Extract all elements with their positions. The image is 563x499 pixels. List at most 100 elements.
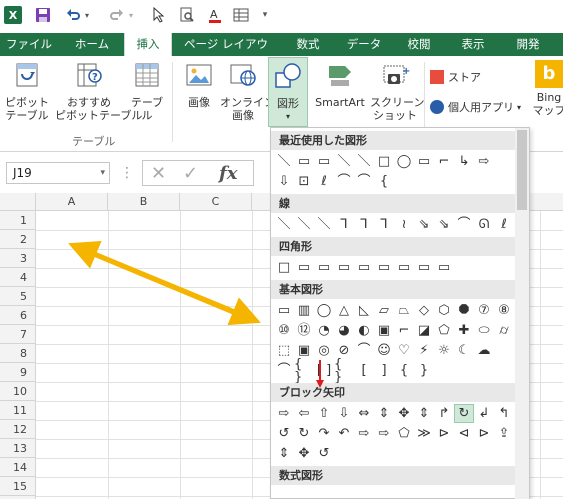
shape-option[interactable]: ✥ <box>294 444 314 463</box>
shape-option[interactable]: ↷ <box>314 424 334 443</box>
column-header-b[interactable]: B <box>108 193 180 211</box>
shape-option[interactable]: ⬠ <box>394 424 414 443</box>
row-header[interactable]: 2 <box>0 230 36 249</box>
shape-option[interactable]: ᘏ <box>474 215 494 234</box>
shape-option[interactable]: □ <box>274 258 294 277</box>
shape-option[interactable]: } <box>414 361 434 380</box>
shape-option[interactable]: ☾ <box>454 341 474 360</box>
shape-option[interactable]: ⊡ <box>294 172 314 191</box>
shape-option[interactable]: ⇨ <box>474 152 494 171</box>
shape-option[interactable]: ◯ <box>314 301 334 320</box>
tab-home[interactable]: ホーム <box>64 33 120 56</box>
gallery-scrollbar-thumb[interactable] <box>517 130 527 210</box>
shape-option[interactable]: ↺ <box>274 424 294 443</box>
shape-option[interactable]: ▣ <box>374 321 394 340</box>
shape-option[interactable]: ▭ <box>314 152 334 171</box>
undo-dropdown-icon[interactable]: ▾ <box>82 6 92 24</box>
shape-option[interactable]: ⌒ <box>354 172 374 191</box>
shape-option[interactable]: ◇ <box>414 301 434 320</box>
shape-option[interactable]: ◕ <box>334 321 354 340</box>
column-header-c[interactable]: C <box>180 193 252 211</box>
shape-option[interactable]: ♡ <box>394 341 414 360</box>
shape-option[interactable]: ▭ <box>414 152 434 171</box>
bing-maps-button[interactable]: b Bing マップ <box>532 60 563 117</box>
shape-option[interactable]: ↻ <box>294 424 314 443</box>
shape-option[interactable]: { } <box>294 358 314 384</box>
pivot-table-button[interactable]: ピボット テーブル <box>4 60 50 122</box>
shape-option[interactable]: ▭ <box>294 258 314 277</box>
column-header-a[interactable]: A <box>36 193 108 211</box>
shape-option[interactable]: ⯃ <box>454 301 474 320</box>
shape-option[interactable]: ⇕ <box>374 404 394 423</box>
shape-option[interactable]: ◯ <box>394 152 414 171</box>
shape-option[interactable]: ⌒ <box>454 215 474 234</box>
shape-option[interactable]: ＼ <box>354 152 374 171</box>
formula-bar-grip[interactable]: ⋮ <box>120 165 134 181</box>
tab-review[interactable]: 校閲 <box>396 33 442 56</box>
shape-option[interactable]: ⇨ <box>354 424 374 443</box>
shape-option[interactable]: ▭ <box>394 258 414 277</box>
shape-option[interactable]: ▭ <box>414 258 434 277</box>
shape-option[interactable]: ✥ <box>394 404 414 423</box>
row-header[interactable]: 3 <box>0 249 36 268</box>
shape-option[interactable]: ⑦ <box>474 301 494 320</box>
shape-option[interactable]: ▭ <box>274 301 294 320</box>
row-header[interactable]: 4 <box>0 268 36 287</box>
shape-option[interactable]: ＼ <box>274 152 294 171</box>
row-header[interactable]: 6 <box>0 306 36 325</box>
shape-option[interactable]: ⇪ <box>494 424 514 443</box>
row-header[interactable]: 1 <box>0 211 36 230</box>
shape-option[interactable]: ⑧ <box>494 301 514 320</box>
row-header[interactable]: 5 <box>0 287 36 306</box>
tab-insert[interactable]: 挿入 <box>124 33 172 57</box>
shape-option[interactable]: ⊲ <box>454 424 474 443</box>
insert-function-icon[interactable]: fx <box>219 163 237 184</box>
gallery-scrollbar[interactable] <box>515 128 529 499</box>
shape-option[interactable]: ◪ <box>414 321 434 340</box>
shape-option[interactable]: ℓ <box>314 172 334 191</box>
shape-option[interactable]: ⇕ <box>274 444 294 463</box>
undo-icon[interactable] <box>64 6 82 24</box>
shape-option[interactable]: ⌒ <box>354 341 374 360</box>
row-header[interactable]: 11 <box>0 401 36 420</box>
shape-option[interactable]: ⌐ <box>394 321 414 340</box>
shape-option[interactable]: ⬚ <box>274 341 294 360</box>
shape-option[interactable]: ≀ <box>394 215 414 234</box>
shape-option[interactable]: ↰ <box>494 404 514 423</box>
shape-option[interactable]: ▥ <box>294 301 314 320</box>
row-header[interactable]: 8 <box>0 344 36 363</box>
select-objects-icon[interactable] <box>150 6 168 24</box>
cancel-icon[interactable]: ✕ <box>151 163 166 184</box>
redo-dropdown-icon[interactable]: ▾ <box>126 6 136 24</box>
shape-option[interactable]: ⌒ <box>274 361 294 380</box>
name-box[interactable]: J19 ▾ <box>6 162 110 184</box>
shape-option[interactable]: ⑫ <box>294 321 314 340</box>
shape-option[interactable]: ▭ <box>374 258 394 277</box>
shape-option[interactable]: ⇦ <box>294 404 314 423</box>
shape-option[interactable]: ⬭ <box>474 321 494 340</box>
shape-option[interactable]: { <box>374 172 394 191</box>
row-header[interactable]: 12 <box>0 420 36 439</box>
shape-option[interactable]: ≫ <box>414 424 434 443</box>
shape-option[interactable]: ⚡ <box>414 341 434 360</box>
shape-option[interactable]: ⇩ <box>334 404 354 423</box>
shape-option[interactable]: ⌭ <box>494 321 514 340</box>
select-all-button[interactable] <box>0 193 36 211</box>
shape-option[interactable]: ⌒ <box>334 172 354 191</box>
shape-option[interactable]: ⇧ <box>314 404 334 423</box>
image-button[interactable]: 画像 <box>180 60 218 109</box>
tab-formulas[interactable]: 数式 <box>285 33 331 56</box>
shape-option[interactable]: ⇘ <box>434 215 454 234</box>
shape-option[interactable]: { } <box>334 358 354 384</box>
shape-option[interactable]: ⇕ <box>414 404 434 423</box>
personal-apps-button[interactable]: 個人用アプリ ▾ <box>430 100 530 114</box>
online-image-button[interactable]: オンライン 画像 <box>220 60 275 122</box>
row-header[interactable]: 13 <box>0 439 36 458</box>
row-header[interactable]: 14 <box>0 458 36 477</box>
shape-option[interactable]: ⇔ <box>354 404 374 423</box>
shape-option[interactable]: ＼ <box>294 215 314 234</box>
shape-option[interactable]: ☺ <box>374 341 394 360</box>
tab-data[interactable]: データ <box>340 33 388 56</box>
shape-option[interactable]: { <box>394 361 414 380</box>
shape-option[interactable]: ⇩ <box>274 172 294 191</box>
